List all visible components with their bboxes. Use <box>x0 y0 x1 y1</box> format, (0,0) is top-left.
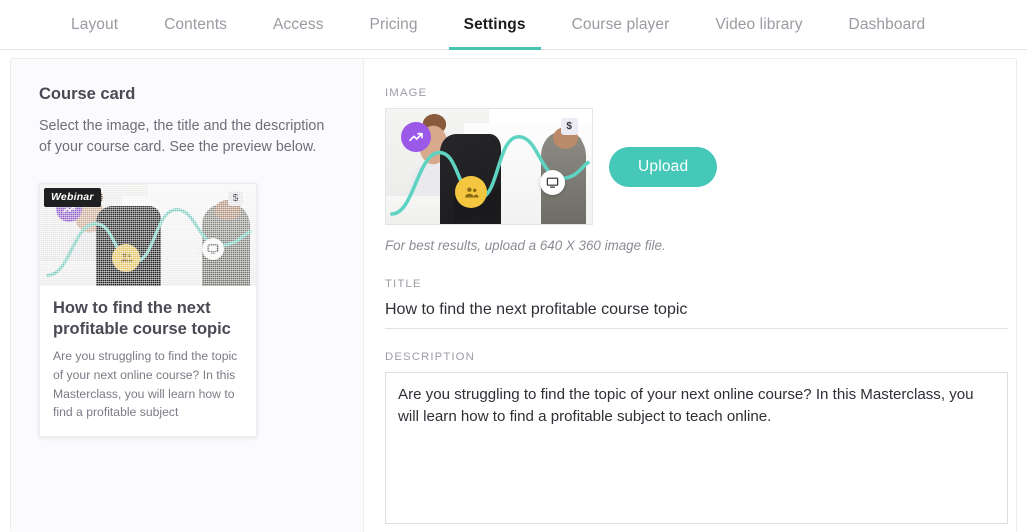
preview-card-body: How to find the next profitable course t… <box>40 286 256 436</box>
page-title: Course card <box>39 85 136 103</box>
tab-label: Course player <box>571 15 670 33</box>
image-upload-row: $ Upload <box>385 108 996 225</box>
title-field-group: TITLE <box>385 278 1008 329</box>
tab-video-library[interactable]: Video library <box>692 0 825 49</box>
preview-card-text: Are you struggling to find the topic of … <box>53 349 238 420</box>
course-image-thumbnail[interactable]: $ <box>385 108 593 225</box>
tab-settings[interactable]: Settings <box>441 0 549 50</box>
people-icon <box>112 243 140 272</box>
tab-label: Layout <box>71 15 119 33</box>
tab-label: Settings <box>463 15 526 33</box>
image-size-hint: For best results, upload a 640 X 360 ima… <box>385 238 666 253</box>
upload-button[interactable]: Upload <box>609 146 718 187</box>
tab-label: Dashboard <box>848 15 926 33</box>
course-card-form-column: IMAGE $ Upload For best results, upload … <box>364 59 1016 532</box>
course-card-panel: Course card Select the image, the title … <box>10 58 1017 532</box>
tab-layout[interactable]: Layout <box>48 0 141 49</box>
tab-label: Access <box>272 15 324 33</box>
description-input[interactable] <box>385 372 1008 524</box>
settings-page: Course card Select the image, the title … <box>0 50 1027 532</box>
monitor-icon <box>202 237 224 260</box>
tab-label: Pricing <box>369 15 418 33</box>
title-input[interactable] <box>385 299 1008 329</box>
course-card-info-column: Course card Select the image, the title … <box>11 59 364 532</box>
tab-course-player[interactable]: Course player <box>549 0 693 49</box>
tab-contents[interactable]: Contents <box>141 0 250 49</box>
trending-up-icon <box>401 122 431 152</box>
tab-label: Contents <box>164 15 227 33</box>
course-card-preview[interactable]: $ Webinar How to find the next profitabl… <box>39 182 257 437</box>
image-illustration: $ <box>386 109 592 224</box>
tab-pricing[interactable]: Pricing <box>347 0 441 49</box>
monitor-icon <box>540 170 565 195</box>
tab-access[interactable]: Access <box>250 0 347 49</box>
dollar-badge: $ <box>228 191 244 206</box>
title-field-label: TITLE <box>385 278 422 290</box>
webinar-badge: Webinar <box>44 187 101 207</box>
description-field-group: DESCRIPTION <box>385 351 1008 524</box>
image-field-label: IMAGE <box>385 87 428 99</box>
dollar-badge: $ <box>560 118 578 136</box>
people-icon <box>455 176 487 208</box>
tab-dashboard[interactable]: Dashboard <box>826 0 949 49</box>
description-field-label: DESCRIPTION <box>385 351 475 363</box>
main-tab-bar: Layout Contents Access Pricing Settings … <box>0 0 1027 50</box>
page-description: Select the image, the title and the desc… <box>39 118 325 156</box>
tab-label: Video library <box>715 15 803 33</box>
preview-thumbnail: $ Webinar <box>40 183 256 286</box>
preview-card-title: How to find the next profitable course t… <box>53 298 231 338</box>
